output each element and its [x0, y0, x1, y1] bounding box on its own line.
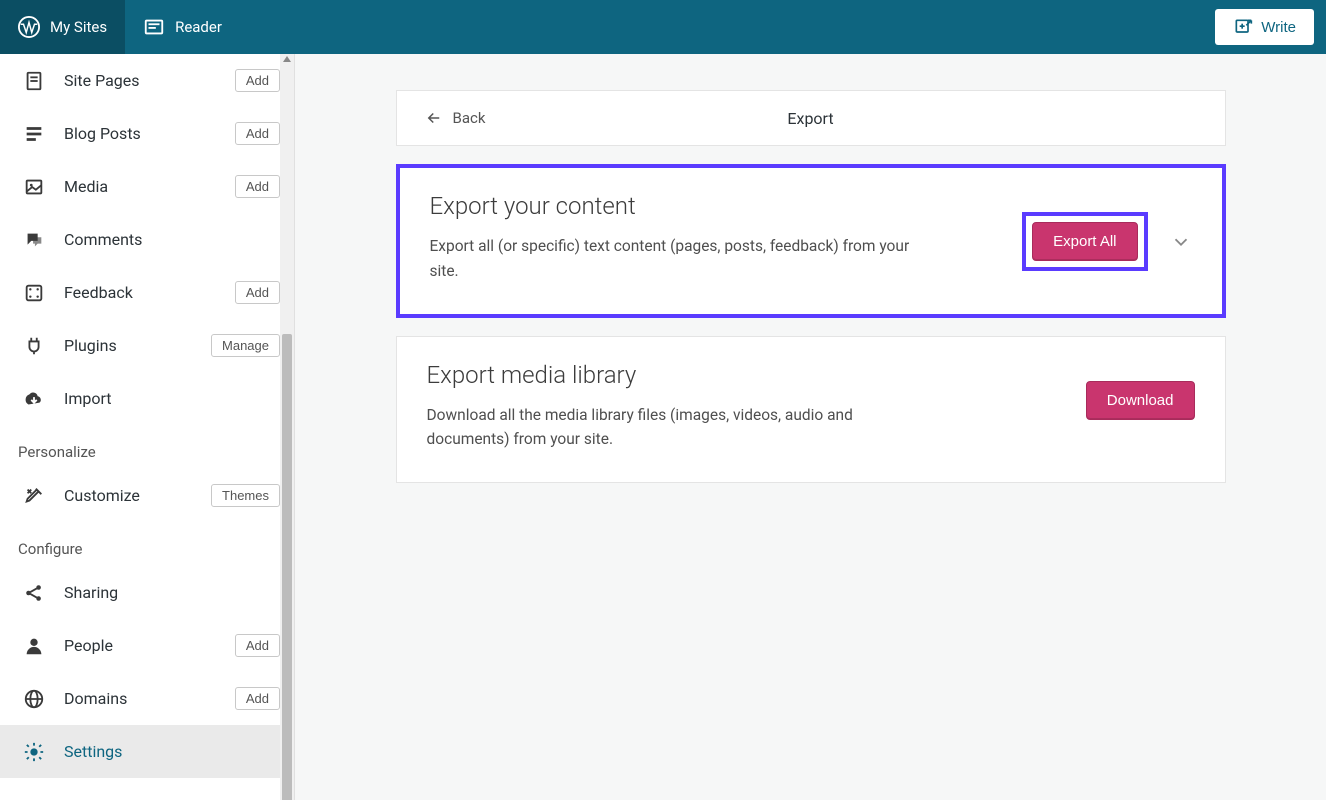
wordpress-icon [18, 16, 40, 38]
sidebar-item-label: Plugins [64, 336, 193, 355]
write-button[interactable]: Write [1215, 9, 1314, 45]
page-title: Export [787, 109, 833, 128]
posts-icon [22, 122, 46, 146]
sidebar-item-label: Import [64, 389, 280, 408]
sidebar-item-label: Sharing [64, 583, 280, 602]
themes-button[interactable]: Themes [211, 484, 280, 507]
feedback-icon [22, 281, 46, 305]
sidebar-item-domains[interactable]: Domains Add [0, 672, 294, 725]
write-button-label: Write [1261, 19, 1296, 36]
page-header: Back Export [396, 90, 1226, 146]
sidebar-item-customize[interactable]: Customize Themes [0, 469, 294, 522]
sidebar-item-media[interactable]: Media Add [0, 160, 294, 213]
topbar: My Sites Reader Write [0, 0, 1326, 54]
sharing-icon [22, 581, 46, 605]
media-icon [22, 175, 46, 199]
reader-icon [143, 16, 165, 38]
sidebar-item-label: Feedback [64, 283, 217, 302]
sidebar-item-label: Domains [64, 689, 217, 708]
nav-my-sites[interactable]: My Sites [0, 0, 125, 54]
import-icon [22, 387, 46, 411]
add-button[interactable]: Add [235, 687, 280, 710]
add-button[interactable]: Add [235, 122, 280, 145]
sidebar-item-label: Customize [64, 486, 193, 505]
section-configure: Configure [0, 522, 294, 566]
chevron-down-icon [1170, 231, 1192, 253]
export-content-desc: Export all (or specific) text content (p… [430, 234, 920, 284]
sidebar-item-label: Comments [64, 230, 280, 249]
comments-icon [22, 228, 46, 252]
sidebar-item-label: Blog Posts [64, 124, 217, 143]
people-icon [22, 634, 46, 658]
sidebar-item-label: People [64, 636, 217, 655]
sidebar-item-site-pages[interactable]: Site Pages Add [0, 54, 294, 107]
sidebar-item-import[interactable]: Import [0, 372, 294, 425]
sidebar-item-label: Site Pages [64, 71, 217, 90]
back-label: Back [453, 109, 486, 127]
section-personalize: Personalize [0, 425, 294, 469]
customize-icon [22, 484, 46, 508]
scroll-up-arrow-icon[interactable] [283, 56, 291, 62]
manage-button[interactable]: Manage [211, 334, 280, 357]
export-content-card: Export your content Export all (or speci… [396, 164, 1226, 318]
add-button[interactable]: Add [235, 281, 280, 304]
plugins-icon [22, 334, 46, 358]
sidebar-item-people[interactable]: People Add [0, 619, 294, 672]
export-content-heading: Export your content [430, 192, 999, 220]
page-icon [22, 69, 46, 93]
sidebar-scrollbar[interactable] [280, 54, 294, 800]
topbar-left: My Sites Reader [0, 0, 240, 54]
back-button[interactable]: Back [425, 109, 486, 127]
export-media-heading: Export media library [427, 361, 1062, 389]
settings-icon [22, 740, 46, 764]
main-content: Back Export Export your content Export a… [295, 54, 1326, 800]
export-media-card: Export media library Download all the me… [396, 336, 1226, 484]
arrow-left-icon [425, 109, 443, 127]
sidebar-item-plugins[interactable]: Plugins Manage [0, 319, 294, 372]
add-button[interactable]: Add [235, 634, 280, 657]
add-button[interactable]: Add [235, 69, 280, 92]
export-media-desc: Download all the media library files (im… [427, 403, 917, 453]
nav-my-sites-label: My Sites [50, 18, 107, 36]
sidebar-item-settings[interactable]: Settings [0, 725, 294, 778]
sidebar-item-comments[interactable]: Comments [0, 213, 294, 266]
sidebar: Site Pages Add Blog Posts Add Media Add … [0, 54, 295, 800]
sidebar-item-sharing[interactable]: Sharing [0, 566, 294, 619]
expand-toggle[interactable] [1170, 231, 1192, 253]
scrollbar-thumb[interactable] [282, 334, 292, 800]
export-all-highlight: Export All [1022, 212, 1147, 271]
nav-reader-label: Reader [175, 18, 222, 36]
nav-reader[interactable]: Reader [125, 0, 240, 54]
write-icon [1233, 17, 1253, 37]
sidebar-item-label: Settings [64, 742, 280, 761]
sidebar-item-label: Media [64, 177, 217, 196]
add-button[interactable]: Add [235, 175, 280, 198]
sidebar-item-blog-posts[interactable]: Blog Posts Add [0, 107, 294, 160]
sidebar-item-feedback[interactable]: Feedback Add [0, 266, 294, 319]
domains-icon [22, 687, 46, 711]
download-button[interactable]: Download [1086, 381, 1195, 420]
export-all-button[interactable]: Export All [1032, 222, 1137, 261]
